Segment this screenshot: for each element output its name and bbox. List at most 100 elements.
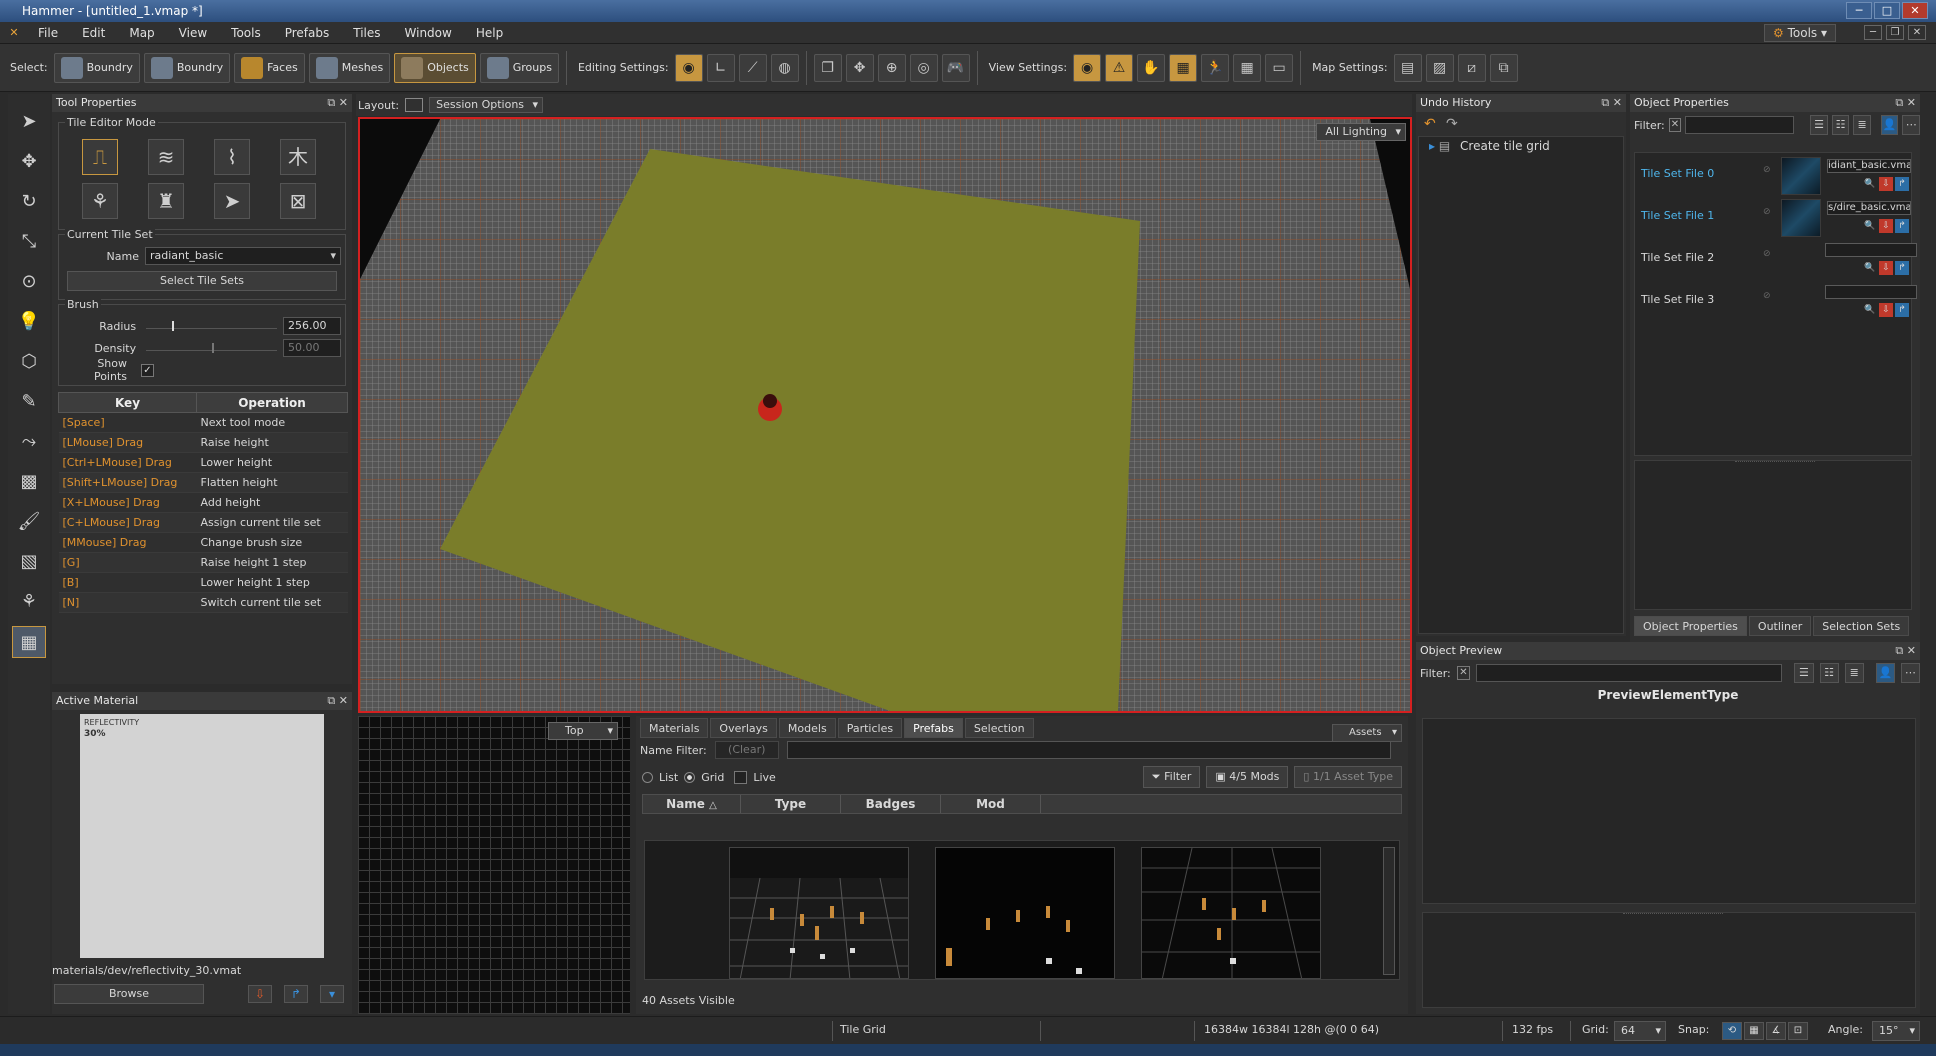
- options-icon[interactable]: ⋯: [1900, 663, 1920, 683]
- search-icon[interactable]: 🔍: [1863, 261, 1877, 275]
- path-tool-icon[interactable]: ⤳: [12, 426, 46, 458]
- angle-dropdown[interactable]: 15°: [1872, 1021, 1920, 1041]
- camera-icon[interactable]: ◉: [1073, 53, 1102, 82]
- name-filter-input[interactable]: [786, 741, 1391, 759]
- link-icon[interactable]: ⊘: [1763, 207, 1771, 217]
- share-icon[interactable]: ↱: [1895, 261, 1909, 275]
- detail-view-icon[interactable]: ☷: [1831, 115, 1850, 135]
- copy-icon[interactable]: ❐: [813, 53, 842, 82]
- panel-float-close-icon[interactable]: ⧉ ✕: [1895, 94, 1916, 112]
- pivot-tool-icon[interactable]: ⊙: [12, 266, 46, 298]
- asset-type-button[interactable]: ▯ 1/1 Asset Type: [1294, 766, 1402, 788]
- tab-outliner[interactable]: Outliner: [1748, 616, 1812, 636]
- splitter-handle[interactable]: [1623, 913, 1723, 916]
- select-boundry-2-button[interactable]: Boundry: [143, 52, 231, 83]
- tab-selection[interactable]: Selection: [964, 718, 1034, 738]
- snap-vertex-icon[interactable]: ▦: [1744, 1022, 1764, 1040]
- tools-visibility-icon[interactable]: ⚠: [1105, 53, 1134, 82]
- menu-prefabs[interactable]: Prefabs: [273, 26, 342, 40]
- runner-icon[interactable]: 🏃: [1201, 53, 1230, 82]
- entity-tool-icon[interactable]: 💡: [12, 306, 46, 338]
- tile-set-select[interactable]: radiant_basic: [145, 247, 341, 265]
- live-checkbox[interactable]: [734, 770, 748, 784]
- hand-icon[interactable]: ✋: [1137, 53, 1166, 82]
- user-icon[interactable]: 👤: [1875, 663, 1895, 683]
- pointer-mode-icon[interactable]: ➤: [214, 183, 250, 219]
- clip-tool-icon[interactable]: ✎: [12, 386, 46, 418]
- redo-icon[interactable]: ↷: [1446, 116, 1466, 134]
- monitor-icon[interactable]: ▭: [1265, 53, 1294, 82]
- options-icon[interactable]: ⋯: [1902, 115, 1920, 135]
- tile-set-thumbnail[interactable]: [1781, 157, 1821, 195]
- search-icon[interactable]: 🔍: [1863, 177, 1877, 191]
- list-item[interactable]: ▸ ▤ Create tile grid: [1419, 137, 1623, 155]
- select-objects-button[interactable]: Objects: [394, 52, 476, 83]
- density-slider[interactable]: [146, 343, 278, 353]
- mod-column-header[interactable]: Mod: [941, 795, 1041, 813]
- prefab-thumbnail[interactable]: [935, 847, 1115, 979]
- material-preview[interactable]: REFLECTIVITY 30%: [80, 714, 324, 958]
- gamepad-icon[interactable]: 🎮: [941, 53, 970, 82]
- block-tool-icon[interactable]: ⬡: [12, 346, 46, 378]
- search-icon[interactable]: 🔍: [1863, 303, 1877, 317]
- tile-set-path-field[interactable]: idiant_basic.vmap: [1827, 159, 1911, 173]
- session-options-dropdown[interactable]: Session Options: [429, 97, 544, 113]
- expand-arrow-icon[interactable]: ▸: [1429, 139, 1435, 153]
- plant-mode-icon[interactable]: ⚘: [82, 183, 118, 219]
- checker-tool-icon[interactable]: ▩: [12, 466, 46, 498]
- badges-column-header[interactable]: Badges: [841, 795, 941, 813]
- menu-window[interactable]: Window: [393, 26, 464, 40]
- browse-button[interactable]: Browse: [54, 984, 204, 1004]
- mods-button[interactable]: ▣ 4/5 Mods: [1206, 766, 1289, 788]
- menu-file[interactable]: File: [26, 26, 70, 40]
- delete-mode-icon[interactable]: ⊠: [280, 183, 316, 219]
- prefab-thumbnail[interactable]: [729, 847, 909, 979]
- tower-mode-icon[interactable]: ♜: [148, 183, 184, 219]
- local-space-icon[interactable]: ◎: [909, 53, 938, 82]
- snap-surface-icon[interactable]: ⊡: [1788, 1022, 1808, 1040]
- tab-object-properties[interactable]: Object Properties: [1634, 616, 1747, 636]
- share-icon[interactable]: ↱: [1895, 303, 1909, 317]
- lighting-dropdown[interactable]: All Lighting: [1316, 123, 1406, 141]
- scale-tool-icon[interactable]: ⤡: [12, 226, 46, 258]
- user-icon[interactable]: 👤: [1880, 115, 1899, 135]
- minimize-icon[interactable]: ─: [1846, 2, 1872, 19]
- pick-icon[interactable]: ⇩: [1879, 261, 1893, 275]
- link-icon[interactable]: ⊘: [1763, 165, 1771, 175]
- name-column-header[interactable]: Name △: [643, 795, 741, 813]
- diagonal-icon[interactable]: ⧄: [1457, 53, 1486, 82]
- share-icon[interactable]: ↱: [1895, 219, 1909, 233]
- panel-float-close-icon[interactable]: ⧉ ✕: [327, 692, 348, 710]
- translate-tool-icon[interactable]: ✥: [12, 146, 46, 178]
- tab-selection-sets[interactable]: Selection Sets: [1813, 616, 1910, 636]
- prefab-thumbnail[interactable]: [1141, 847, 1321, 979]
- menu-tiles[interactable]: Tiles: [341, 26, 392, 40]
- clear-filter-button[interactable]: (Clear): [714, 741, 779, 759]
- tile-set-path-field[interactable]: [1825, 243, 1917, 257]
- axis-icon[interactable]: ∟: [706, 53, 735, 82]
- radius-field[interactable]: 256.00: [283, 317, 341, 335]
- preview-filter-input[interactable]: [1476, 664, 1783, 682]
- select-boundry-button[interactable]: Boundry: [53, 52, 140, 83]
- radius-slider-knob[interactable]: [172, 321, 175, 331]
- view-type-dropdown[interactable]: Top: [548, 722, 618, 740]
- mdi-restore-icon[interactable]: ❐: [1886, 25, 1904, 40]
- ruler-icon[interactable]: ⟋: [738, 53, 767, 82]
- panel-float-close-icon[interactable]: ⧉ ✕: [1601, 94, 1622, 112]
- clear-filter-icon[interactable]: ✕: [1456, 666, 1471, 680]
- material-menu-icon[interactable]: ▾: [320, 985, 344, 1003]
- tab-models[interactable]: Models: [778, 718, 836, 738]
- grid-icon[interactable]: ▦: [1233, 53, 1262, 82]
- share-icon[interactable]: ↱: [1895, 177, 1909, 191]
- assets-dropdown[interactable]: Assets: [1332, 724, 1402, 742]
- tab-particles[interactable]: Particles: [837, 718, 903, 738]
- pick-icon[interactable]: ⇩: [1879, 219, 1893, 233]
- undo-icon[interactable]: ↶: [1424, 116, 1444, 134]
- ortho-viewport[interactable]: Top: [358, 716, 630, 1014]
- list-view-icon[interactable]: ☰: [1810, 115, 1828, 135]
- menu-edit[interactable]: Edit: [70, 26, 117, 40]
- asset-scrollbar[interactable]: [1383, 847, 1395, 975]
- sphere-icon[interactable]: ◍: [770, 53, 799, 82]
- select-tile-sets-button[interactable]: Select Tile Sets: [67, 271, 337, 291]
- select-tool-icon[interactable]: ➤: [12, 106, 46, 138]
